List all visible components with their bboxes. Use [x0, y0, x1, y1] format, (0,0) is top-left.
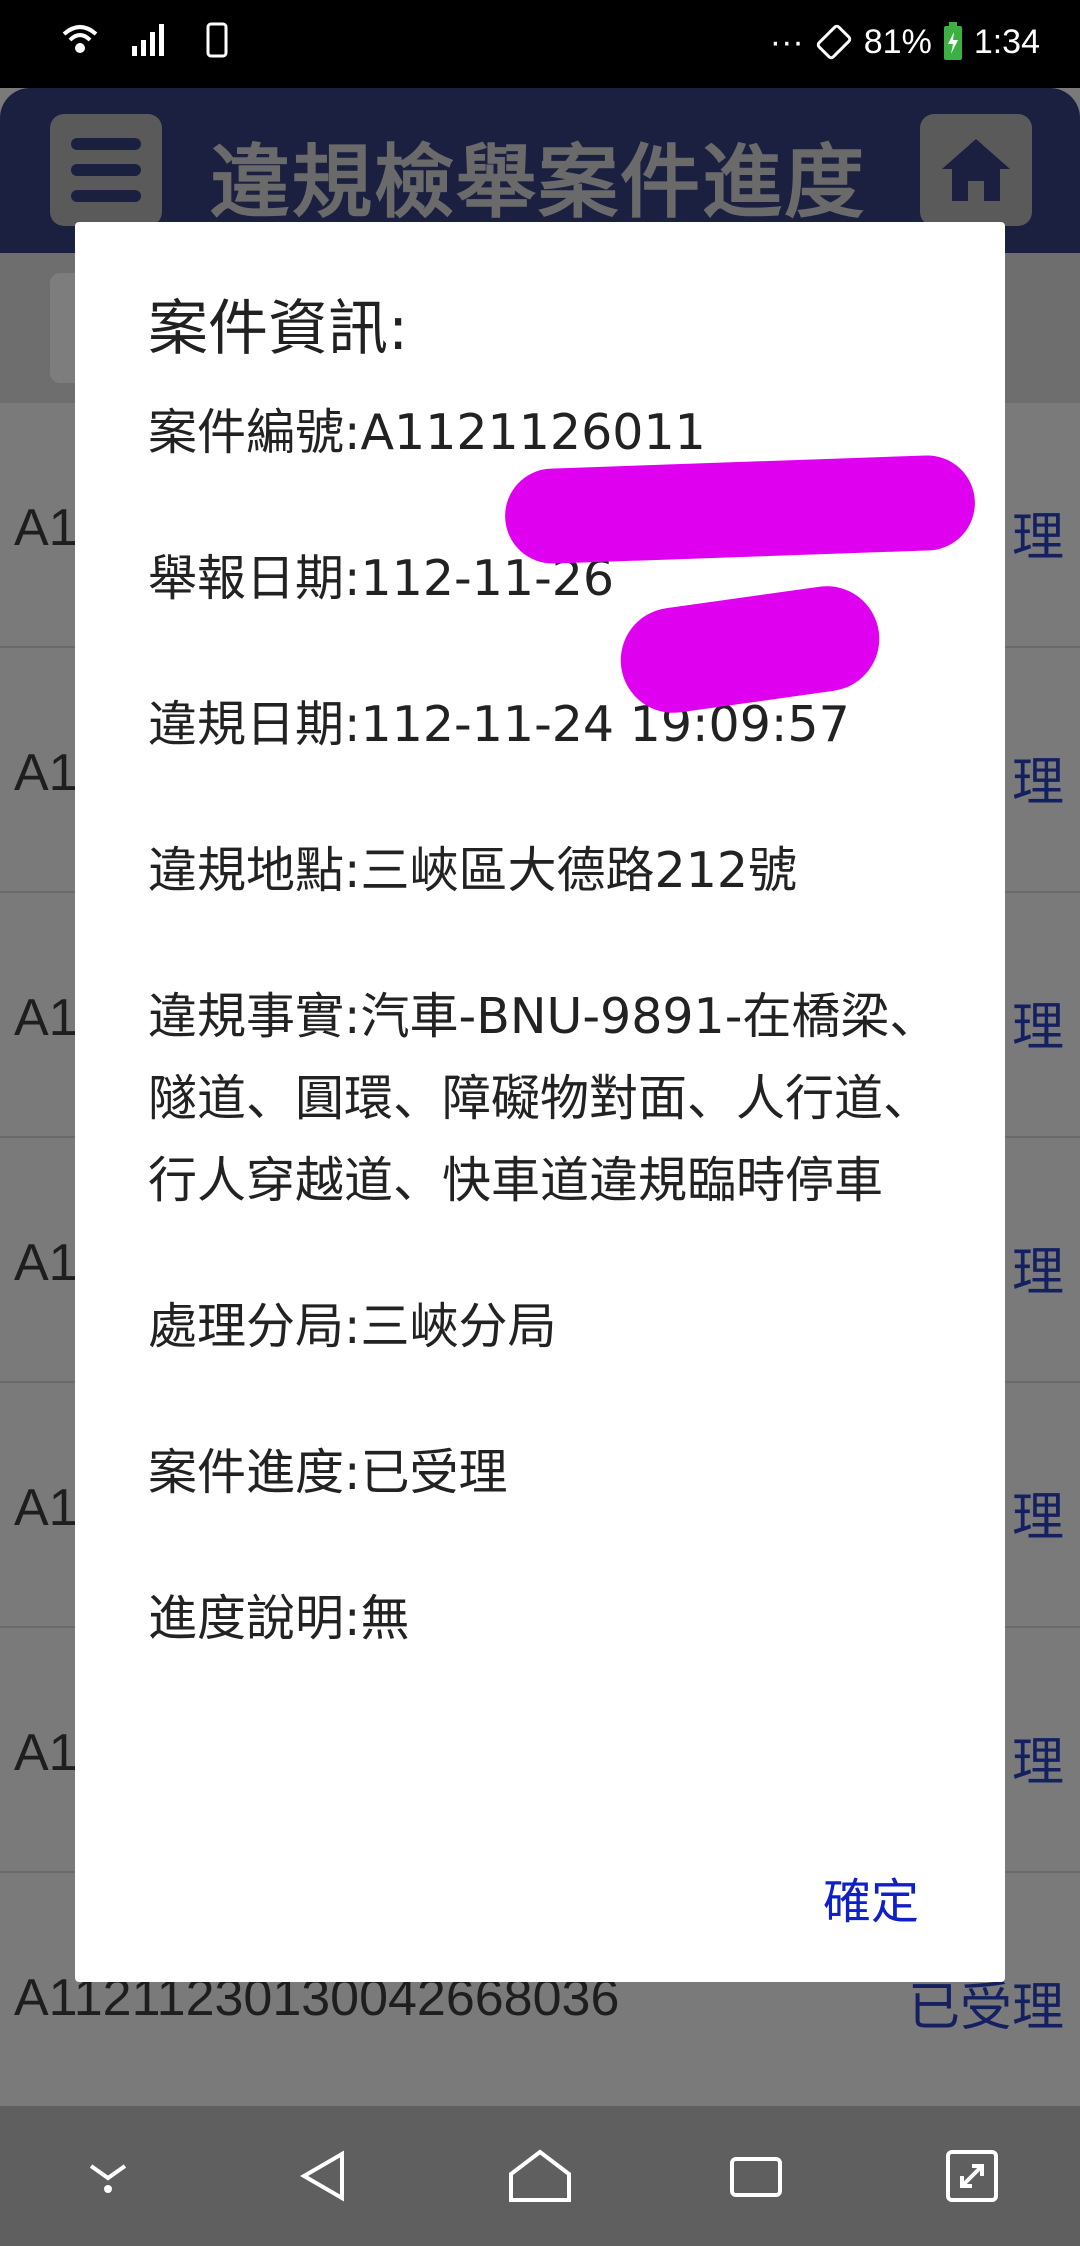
battery-percent: 81%	[863, 22, 932, 61]
battery-charging-icon	[943, 22, 962, 60]
status-bar: ··· 81% 1:34	[0, 0, 1080, 88]
vibrate-icon	[816, 24, 851, 60]
clock: 1:34	[973, 22, 1040, 61]
field-label: 違規地點:	[148, 842, 361, 899]
more-notifications: ···	[769, 22, 804, 61]
expand-icon[interactable]	[932, 2136, 1012, 2216]
case-status: 理	[1011, 753, 1064, 813]
redaction-mark	[503, 453, 977, 566]
back-icon[interactable]	[284, 2136, 364, 2216]
dialog-title: 案件資訊:	[148, 294, 409, 364]
field-label: 違規日期:	[148, 696, 361, 753]
wifi-icon	[62, 25, 98, 53]
field-value: 已受理	[360, 1444, 508, 1501]
field-value: 三峽分局	[360, 1298, 557, 1355]
menu-icon-bar	[71, 190, 141, 202]
field-handling-branch: 處理分局:三峽分局	[148, 1286, 948, 1368]
confirm-button[interactable]: 確定	[823, 1862, 919, 1932]
field-violation-location: 違規地點:三峽區大德路212號	[148, 830, 948, 912]
case-id: A1	[14, 1479, 78, 1537]
field-value: A1121126011	[360, 404, 706, 461]
field-value: 無	[360, 1590, 410, 1647]
field-label: 處理分局:	[148, 1298, 361, 1355]
case-status: 理	[1011, 1488, 1064, 1548]
case-id: A1	[14, 1724, 78, 1782]
case-id: A1	[14, 744, 78, 802]
case-status: 理	[1011, 1733, 1064, 1793]
menu-button[interactable]	[50, 114, 162, 226]
field-violation-date: 違規日期:112-11-24 19:09:57	[148, 684, 948, 766]
field-violation-facts: 違規事實:汽車-BNU-9891-在橋梁、隧道、圓環、障礙物對面、人行道、行人穿…	[148, 976, 948, 1222]
field-label: 舉報日期:	[148, 550, 361, 607]
field-label: 違規事實:	[148, 988, 361, 1045]
case-status: 理	[1011, 998, 1064, 1058]
case-info-dialog: 案件資訊: 案件編號:A1121126011 舉報日期:112-11-26 違規…	[75, 222, 1005, 1982]
chevron-down-icon[interactable]	[68, 2136, 148, 2216]
system-nav-bar	[0, 2106, 1080, 2246]
case-id: A1	[14, 1234, 78, 1292]
field-progress-note: 進度說明:無	[148, 1578, 948, 1660]
home-icon	[942, 139, 1010, 201]
case-id: A1	[14, 499, 78, 557]
field-value: 112-11-24 19:09:57	[360, 696, 850, 753]
menu-icon-bar	[71, 138, 141, 150]
signal-icon	[132, 24, 164, 56]
case-status: 理	[1011, 508, 1064, 568]
page-title: 違規檢舉案件進度	[210, 136, 866, 229]
rotate-phone-icon	[206, 22, 228, 58]
field-label: 案件進度:	[148, 1444, 361, 1501]
home-nav-icon[interactable]	[500, 2136, 580, 2216]
field-value: 三峽區大德路212號	[360, 842, 798, 899]
field-case-progress: 案件進度:已受理	[148, 1432, 948, 1514]
recents-icon[interactable]	[716, 2136, 796, 2216]
case-id: A1	[14, 989, 78, 1047]
case-status: 理	[1011, 1243, 1064, 1303]
home-button[interactable]	[920, 114, 1032, 226]
menu-icon-bar	[71, 164, 141, 176]
field-label: 進度說明:	[148, 1590, 361, 1647]
field-label: 案件編號:	[148, 404, 361, 461]
